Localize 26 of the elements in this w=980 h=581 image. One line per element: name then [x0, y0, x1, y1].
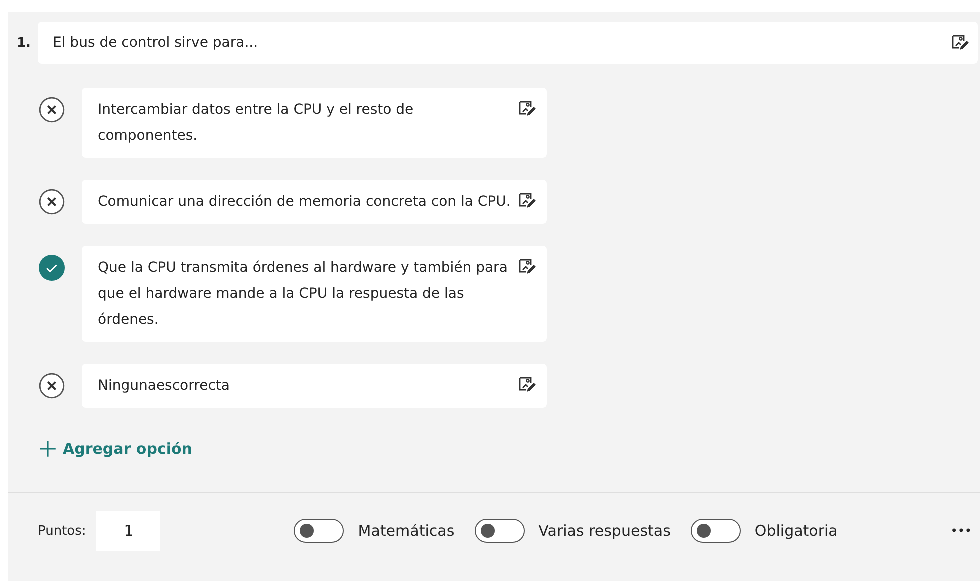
wrong-answer-icon[interactable] [39, 97, 65, 123]
question-number: 1. [16, 36, 32, 50]
toggle-switch[interactable] [294, 519, 344, 543]
insert-image-icon[interactable] [517, 191, 537, 211]
option-field[interactable]: Comunicar una dirección de memoria concreta con la CPU. [82, 180, 547, 224]
insert-image-icon[interactable] [517, 375, 537, 395]
correct-answer-icon[interactable] [39, 255, 65, 281]
insert-image-icon[interactable] [517, 99, 537, 119]
add-option-button[interactable]: Agregar opción [39, 440, 192, 458]
insert-image-icon[interactable] [517, 257, 537, 277]
toggle-switch[interactable] [474, 519, 525, 543]
option-field[interactable]: Que la CPU transmita órdenes al hardware y también para que el hardware mande a la CPU la respuesta de las órdenes. [82, 246, 547, 342]
more-options-button[interactable]: ••• [950, 524, 972, 538]
points-label: Puntos: [38, 524, 86, 538]
plus-icon [39, 440, 57, 458]
wrong-answer-icon[interactable] [39, 189, 65, 215]
insert-image-icon[interactable] [950, 33, 970, 53]
question-field[interactable]: El bus de control sirve para... [38, 22, 978, 64]
toggle-switch[interactable] [690, 519, 741, 543]
wrong-answer-icon[interactable] [39, 373, 65, 399]
option-field[interactable]: Ningunaescorrecta [82, 364, 547, 408]
toggle-label: Matemáticas [358, 522, 455, 540]
option-field[interactable]: Intercambiar datos entre la CPU y el resto de componentes. [82, 88, 547, 158]
toggle-label: Varias respuestas [538, 522, 671, 540]
points-field[interactable]: 1 [96, 511, 160, 551]
toggle-label: Obligatoria [754, 522, 838, 540]
